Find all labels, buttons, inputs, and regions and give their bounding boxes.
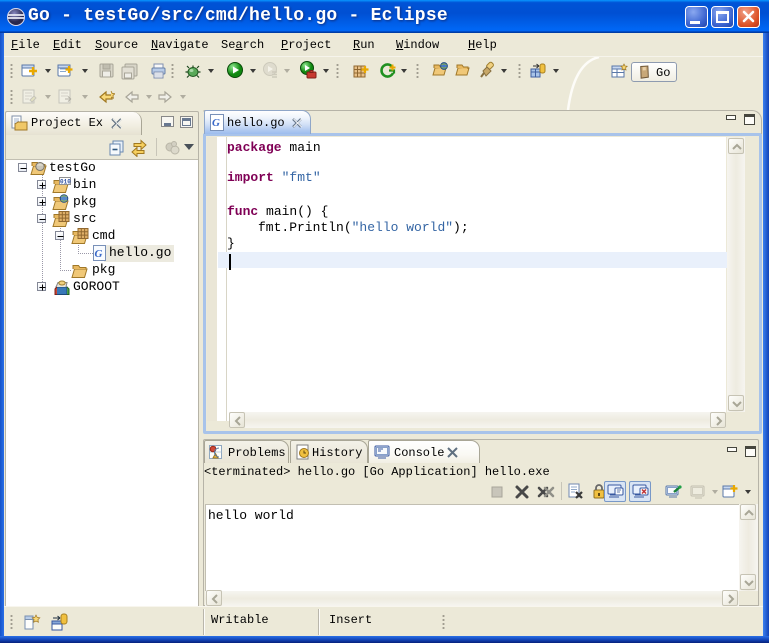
svg-text:G: G [212, 117, 220, 129]
svg-text:G: G [95, 248, 103, 260]
svg-text:010: 010 [60, 179, 71, 186]
